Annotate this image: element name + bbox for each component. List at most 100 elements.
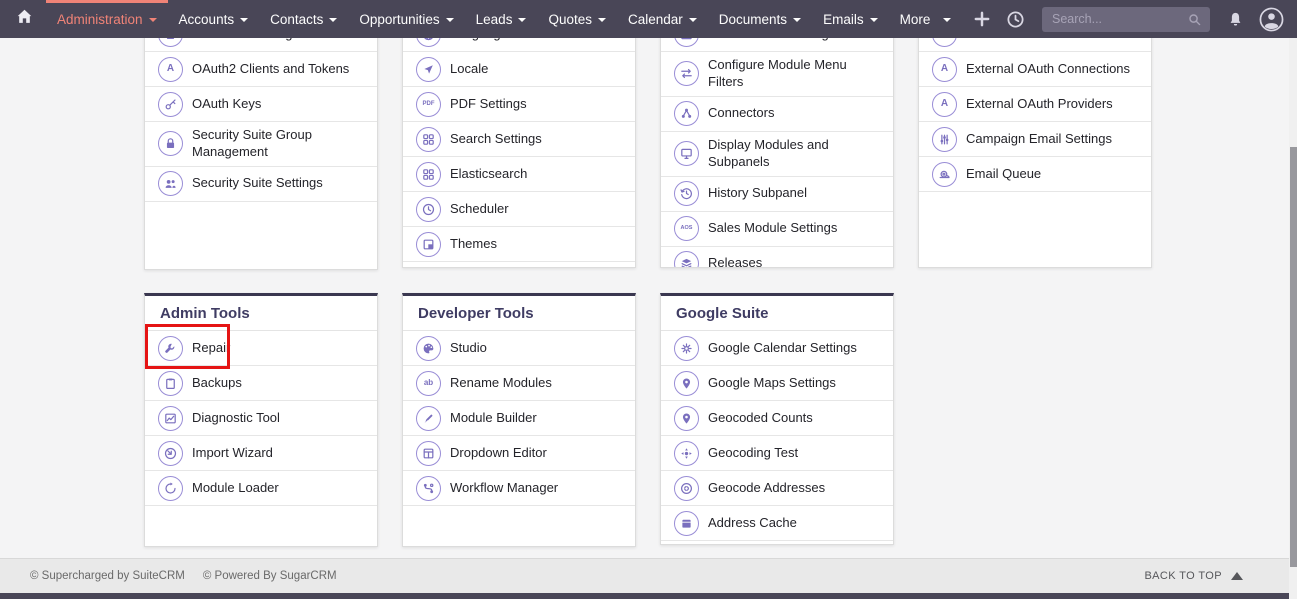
oauth-a-icon: A: [932, 57, 957, 82]
chevron-down-icon: [240, 18, 248, 22]
admin-link-releases[interactable]: Releases: [661, 247, 893, 268]
admin-link-label: Email Queue: [966, 161, 1041, 188]
admin-link-label: Geocoded Counts: [708, 405, 813, 432]
nav-item-calendar[interactable]: Calendar: [617, 0, 708, 38]
nav-item-label: Quotes: [548, 12, 592, 27]
admin-link-security-suite-group-management[interactable]: Security Suite Group Management: [145, 122, 377, 167]
admin-link-configure-module-menu-filters[interactable]: Configure Module Menu Filters: [661, 52, 893, 97]
admin-link-search-settings[interactable]: Search Settings: [403, 122, 635, 157]
chevron-down-icon: [598, 18, 606, 22]
admin-link-themes[interactable]: Themes: [403, 227, 635, 262]
workflow-icon: [416, 476, 441, 501]
nav-item-documents[interactable]: Documents: [708, 0, 812, 38]
admin-link-module-loader[interactable]: Module Loader: [145, 471, 377, 506]
gear-icon: [674, 336, 699, 361]
quick-create-plus-icon[interactable]: [973, 10, 991, 28]
navigation-icon: [416, 57, 441, 82]
home-button[interactable]: [16, 8, 33, 30]
admin-link-email-queue[interactable]: Email Queue: [919, 157, 1151, 192]
footer-copyright: © Supercharged by SuiteCRM © Powered By …: [30, 570, 337, 582]
monitor-icon: [674, 141, 699, 166]
nav-item-accounts[interactable]: Accounts: [168, 0, 260, 38]
admin-link-label: Workflow Manager: [450, 475, 558, 502]
nav-item-more[interactable]: More: [889, 0, 963, 38]
admin-link-rename-modules[interactable]: abRename Modules: [403, 366, 635, 401]
admin-link-label: Module Builder: [450, 405, 537, 432]
back-to-top-button[interactable]: BACK TO TOP: [1144, 570, 1243, 582]
admin-link-google-calendar-settings[interactable]: Google Calendar Settings: [661, 331, 893, 366]
grid-icon: [416, 127, 441, 152]
admin-link-backups[interactable]: Backups: [145, 366, 377, 401]
pdf-icon: PDF: [416, 92, 441, 117]
nav-item-emails[interactable]: Emails: [812, 0, 889, 38]
chevron-down-icon: [943, 18, 951, 22]
loader-icon: [158, 476, 183, 501]
nav-item-administration[interactable]: Administration: [46, 0, 168, 38]
nav-item-leads[interactable]: Leads: [465, 0, 538, 38]
search-input[interactable]: [1042, 7, 1210, 32]
snail-icon: [932, 162, 957, 187]
panel-email-settings: Outbound EmailAExternal OAuth Connection…: [918, 16, 1152, 268]
admin-link-campaign-email-settings[interactable]: Campaign Email Settings: [919, 122, 1151, 157]
history-icon: [674, 181, 699, 206]
admin-link-address-cache[interactable]: Address Cache: [661, 506, 893, 541]
admin-link-sales-module-settings[interactable]: AOSSales Module Settings: [661, 212, 893, 247]
admin-link-history-subpanel[interactable]: History Subpanel: [661, 177, 893, 212]
admin-link-external-oauth-connections[interactable]: AExternal OAuth Connections: [919, 52, 1151, 87]
admin-link-oauth2-clients-and-tokens[interactable]: AOAuth2 Clients and Tokens: [145, 52, 377, 87]
admin-link-label: Releases: [708, 250, 762, 268]
chevron-down-icon: [329, 18, 337, 22]
home-icon: [16, 8, 33, 30]
admin-link-label: Security Suite Settings: [192, 170, 323, 197]
panel-module-settings: Case Module SettingsConfigure Module Men…: [660, 16, 894, 268]
admin-link-label: Dropdown Editor: [450, 440, 547, 467]
nav-item-label: Contacts: [270, 12, 323, 27]
users-icon: [158, 171, 183, 196]
admin-link-security-suite-settings[interactable]: Security Suite Settings: [145, 167, 377, 202]
aos-icon: AOS: [674, 216, 699, 241]
user-avatar[interactable]: [1259, 7, 1284, 32]
scrollbar-thumb[interactable]: [1290, 147, 1297, 567]
admin-link-connectors[interactable]: Connectors: [661, 97, 893, 132]
admin-link-diagnostic-tool[interactable]: Diagnostic Tool: [145, 401, 377, 436]
nav-item-label: Calendar: [628, 12, 683, 27]
nav-item-contacts[interactable]: Contacts: [259, 0, 348, 38]
scrollbar-track[interactable]: [1289, 38, 1297, 599]
clock-icon: [416, 197, 441, 222]
dropdown-table-icon: [416, 441, 441, 466]
admin-link-scheduler[interactable]: Scheduler: [403, 192, 635, 227]
recently-viewed-clock-icon[interactable]: [1006, 10, 1025, 29]
chevron-down-icon: [870, 18, 878, 22]
admin-link-geocoding-test[interactable]: Geocoding Test: [661, 436, 893, 471]
admin-link-geocode-addresses[interactable]: Geocode Addresses: [661, 471, 893, 506]
nav-item-opportunities[interactable]: Opportunities: [348, 0, 464, 38]
wrench-icon: [158, 336, 183, 361]
admin-link-dropdown-editor[interactable]: Dropdown Editor: [403, 436, 635, 471]
copyright-suitecrm: © Supercharged by SuiteCRM: [30, 570, 185, 582]
admin-link-label: OAuth2 Clients and Tokens: [192, 56, 349, 83]
nav-item-label: Leads: [476, 12, 513, 27]
admin-link-module-builder[interactable]: Module Builder: [403, 401, 635, 436]
admin-link-external-oauth-providers[interactable]: AExternal OAuth Providers: [919, 87, 1151, 122]
notifications-bell-icon[interactable]: [1227, 11, 1244, 28]
admin-link-label: Search Settings: [450, 126, 542, 153]
admin-link-label: Import Wizard: [192, 440, 273, 467]
admin-link-import-wizard[interactable]: Import Wizard: [145, 436, 377, 471]
admin-link-pdf-settings[interactable]: PDF PDF Settings: [403, 87, 635, 122]
admin-link-geocoded-counts[interactable]: Geocoded Counts: [661, 401, 893, 436]
admin-link-display-modules-and-subpanels[interactable]: Display Modules and Subpanels: [661, 132, 893, 177]
admin-link-label: PDF Settings: [450, 91, 527, 118]
chevron-down-icon: [149, 18, 157, 22]
admin-link-workflow-manager[interactable]: Workflow Manager: [403, 471, 635, 506]
admin-link-studio[interactable]: Studio: [403, 331, 635, 366]
admin-link-repair[interactable]: Repair: [145, 331, 377, 366]
admin-link-oauth-keys[interactable]: OAuth Keys: [145, 87, 377, 122]
top-navbar: AdministrationAccounts Contacts Opportunit…: [0, 0, 1297, 38]
admin-link-locale[interactable]: Locale: [403, 52, 635, 87]
admin-link-elasticsearch[interactable]: Elasticsearch: [403, 157, 635, 192]
panel-google-suite: Google SuiteGoogle Calendar SettingsGoog…: [660, 293, 894, 545]
nav-item-quotes[interactable]: Quotes: [537, 0, 617, 38]
admin-link-google-maps-settings[interactable]: Google Maps Settings: [661, 366, 893, 401]
bottom-bar: [0, 593, 1297, 599]
admin-link-label: Geocoding Test: [708, 440, 798, 467]
